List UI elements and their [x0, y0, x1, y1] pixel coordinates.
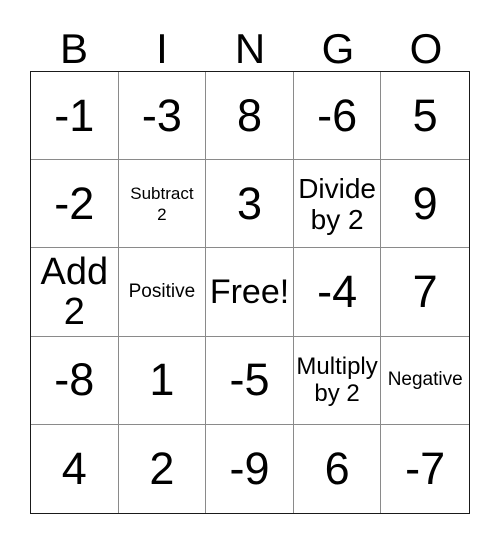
bingo-cell-label: -4: [317, 265, 358, 317]
bingo-cell-label: 7: [412, 265, 438, 317]
bingo-cell[interactable]: Positive: [118, 248, 207, 337]
bingo-header-letter-o: O: [382, 18, 470, 71]
bingo-cell[interactable]: -8: [31, 336, 119, 425]
bingo-cell[interactable]: Add 2: [31, 248, 119, 337]
bingo-cell-label: -3: [141, 89, 182, 141]
bingo-cell-label: Positive: [128, 280, 196, 302]
bingo-cell-label: -8: [54, 354, 95, 406]
bingo-cell-label: 2: [149, 442, 175, 494]
header-letter-text: N: [234, 25, 266, 72]
bingo-card: B I N G O -1 -3 8 -6 5 -2 Subtract 2 3 D…: [0, 0, 500, 544]
bingo-cell-label: Multiply by 2: [296, 353, 378, 408]
bingo-cell-label: 9: [412, 177, 438, 229]
bingo-cell-label: 5: [412, 89, 438, 141]
bingo-cell-label: 8: [236, 89, 262, 141]
bingo-cell[interactable]: 2: [119, 424, 207, 513]
bingo-cell-label: -7: [405, 442, 446, 494]
bingo-cell[interactable]: -3: [118, 72, 207, 161]
bingo-cell-label: 1: [149, 354, 175, 406]
bingo-cell-label: 6: [324, 442, 350, 494]
header-letter-text: I: [156, 25, 168, 72]
bingo-cell-label: Subtract 2: [130, 183, 194, 224]
bingo-cell-label: Add 2: [40, 250, 109, 333]
bingo-cell-label: Negative: [387, 369, 463, 391]
bingo-cell[interactable]: -7: [381, 425, 469, 513]
bingo-cell[interactable]: -4: [293, 248, 382, 337]
bingo-grid: -1 -3 8 -6 5 -2 Subtract 2 3 Divide by 2…: [30, 71, 470, 514]
bingo-cell-label: -6: [317, 89, 358, 141]
bingo-cell-label: 3: [236, 177, 262, 229]
header-letter-text: G: [321, 25, 355, 72]
bingo-cell-label: 4: [61, 442, 87, 494]
bingo-cell-label: -1: [54, 89, 95, 141]
bingo-cell-label: -5: [229, 354, 270, 406]
bingo-cell-label: -9: [229, 442, 270, 494]
bingo-cell[interactable]: 8: [206, 72, 294, 161]
bingo-cell[interactable]: 7: [381, 248, 469, 337]
bingo-cell[interactable]: Divide by 2: [293, 160, 382, 249]
bingo-cell-label: -2: [54, 177, 95, 229]
bingo-cell[interactable]: Multiply by 2: [293, 336, 382, 425]
bingo-header-letter-b: B: [30, 18, 118, 71]
bingo-cell[interactable]: 3: [206, 160, 294, 249]
bingo-header-letter-g: G: [294, 18, 382, 71]
header-letter-text: O: [409, 25, 443, 72]
bingo-cell[interactable]: -6: [293, 72, 382, 161]
bingo-cell-label: Free!: [209, 272, 290, 311]
bingo-cell[interactable]: Subtract 2: [118, 160, 207, 249]
bingo-cell-label: Divide by 2: [298, 172, 376, 235]
header-letter-text: B: [59, 25, 88, 72]
bingo-cell[interactable]: -1: [31, 72, 119, 161]
bingo-cell[interactable]: -9: [206, 424, 294, 513]
bingo-cell[interactable]: -2: [31, 160, 119, 249]
bingo-cell[interactable]: 4: [31, 424, 119, 513]
bingo-cell[interactable]: 9: [381, 160, 469, 249]
bingo-header-row: B I N G O: [30, 18, 470, 71]
bingo-cell[interactable]: 1: [118, 336, 207, 425]
bingo-cell[interactable]: 5: [381, 72, 469, 161]
bingo-header-letter-n: N: [206, 18, 294, 71]
bingo-header-letter-i: I: [118, 18, 206, 71]
bingo-cell-free-space[interactable]: Free!: [206, 248, 294, 337]
bingo-cell[interactable]: 6: [294, 424, 382, 513]
bingo-cell[interactable]: -5: [206, 336, 294, 425]
bingo-cell[interactable]: Negative: [381, 337, 469, 425]
